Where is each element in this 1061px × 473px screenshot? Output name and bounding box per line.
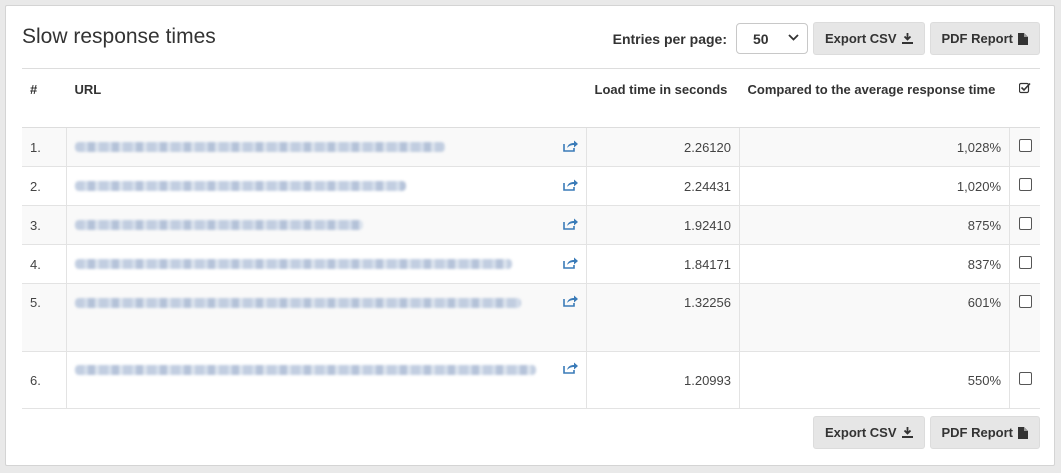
url-cell <box>66 244 587 284</box>
table-row: 3. 1.92410 875% <box>22 205 1040 245</box>
external-link-icon[interactable] <box>563 362 578 377</box>
url-text-blurred <box>75 259 512 269</box>
table-row: 5. 1.32256 601% <box>22 283 1040 352</box>
load-time-cell: 1.92410 <box>586 205 740 245</box>
table-row: 6. 1.20993 550% <box>22 351 1040 409</box>
slow-response-panel: Slow response times Entries per page: 50… <box>5 5 1055 466</box>
row-num: 6. <box>22 351 67 409</box>
header-num: # <box>22 68 67 128</box>
download-icon <box>901 33 913 44</box>
row-checkbox-cell <box>1009 283 1040 352</box>
chevron-down-icon <box>788 33 799 44</box>
header-url: URL <box>66 68 587 128</box>
row-num: 5. <box>22 283 67 352</box>
url-cell <box>66 166 587 206</box>
compared-cell: 1,020% <box>739 166 1010 206</box>
row-checkbox[interactable] <box>1018 295 1032 308</box>
row-checkbox[interactable] <box>1018 139 1032 152</box>
row-num: 3. <box>22 205 67 245</box>
row-num: 4. <box>22 244 67 284</box>
url-text-blurred <box>75 181 407 191</box>
header-compared: Compared to the average response time <box>739 68 1010 128</box>
slow-response-table: # URL Load time in seconds Compared to t… <box>22 68 1040 409</box>
load-time-cell: 2.24431 <box>586 166 740 206</box>
url-cell <box>66 127 587 167</box>
file-icon <box>1018 426 1028 439</box>
table-row: 4. 1.84171 837% <box>22 244 1040 284</box>
row-checkbox-cell <box>1009 166 1040 206</box>
url-text-blurred <box>75 220 363 230</box>
pdf-report-label: PDF Report <box>941 425 1014 440</box>
row-checkbox-cell <box>1009 127 1040 167</box>
entries-per-page-select[interactable]: 50 <box>735 23 808 54</box>
load-time-cell: 2.26120 <box>586 127 740 167</box>
panel-title: Slow response times <box>22 25 216 48</box>
load-time-cell: 1.20993 <box>586 351 740 409</box>
row-checkbox[interactable] <box>1018 217 1032 230</box>
table-row: 2. 2.24431 1,020% <box>22 166 1040 206</box>
url-cell <box>66 351 587 409</box>
row-checkbox[interactable] <box>1018 372 1032 385</box>
download-icon <box>901 427 913 438</box>
external-link-icon[interactable] <box>563 179 578 194</box>
export-csv-button[interactable]: Export CSV <box>812 22 925 55</box>
compared-cell: 1,028% <box>739 127 1010 167</box>
entries-per-page-value: 50 <box>752 30 769 47</box>
external-link-icon[interactable] <box>563 295 578 310</box>
compared-cell: 601% <box>739 283 1010 352</box>
file-icon <box>1018 32 1028 45</box>
compared-cell: 875% <box>739 205 1010 245</box>
row-checkbox[interactable] <box>1018 178 1032 191</box>
entries-per-page-label: Entries per page: <box>612 30 727 47</box>
table-row: 1. 2.26120 1,028% <box>22 127 1040 167</box>
url-cell <box>66 283 587 352</box>
row-checkbox-cell <box>1009 351 1040 409</box>
url-text-blurred <box>75 364 536 375</box>
compared-cell: 837% <box>739 244 1010 284</box>
check-square-icon[interactable] <box>1018 82 1031 97</box>
url-text-blurred <box>75 297 522 308</box>
row-num: 1. <box>22 127 67 167</box>
row-num: 2. <box>22 166 67 206</box>
export-csv-button-bottom[interactable]: Export CSV <box>812 416 925 449</box>
url-cell <box>66 205 587 245</box>
pdf-report-button-bottom[interactable]: PDF Report <box>929 416 1040 449</box>
header-select-all[interactable] <box>1009 68 1040 128</box>
url-text-blurred <box>75 142 445 152</box>
load-time-cell: 1.84171 <box>586 244 740 284</box>
pdf-report-label: PDF Report <box>941 31 1014 46</box>
compared-cell: 550% <box>739 351 1010 409</box>
top-controls: Entries per page: 50 Export CSV PDF Repo… <box>613 22 1040 55</box>
row-checkbox-cell <box>1009 244 1040 284</box>
external-link-icon[interactable] <box>563 218 578 233</box>
header-load-time: Load time in seconds <box>586 68 740 128</box>
export-csv-label: Export CSV <box>824 31 897 46</box>
pdf-report-button[interactable]: PDF Report <box>929 22 1040 55</box>
row-checkbox[interactable] <box>1018 256 1032 269</box>
external-link-icon[interactable] <box>563 257 578 272</box>
row-checkbox-cell <box>1009 205 1040 245</box>
load-time-cell: 1.32256 <box>586 283 740 352</box>
export-csv-label: Export CSV <box>824 425 897 440</box>
bottom-controls: Export CSV PDF Report <box>812 416 1040 449</box>
external-link-icon[interactable] <box>563 140 578 155</box>
